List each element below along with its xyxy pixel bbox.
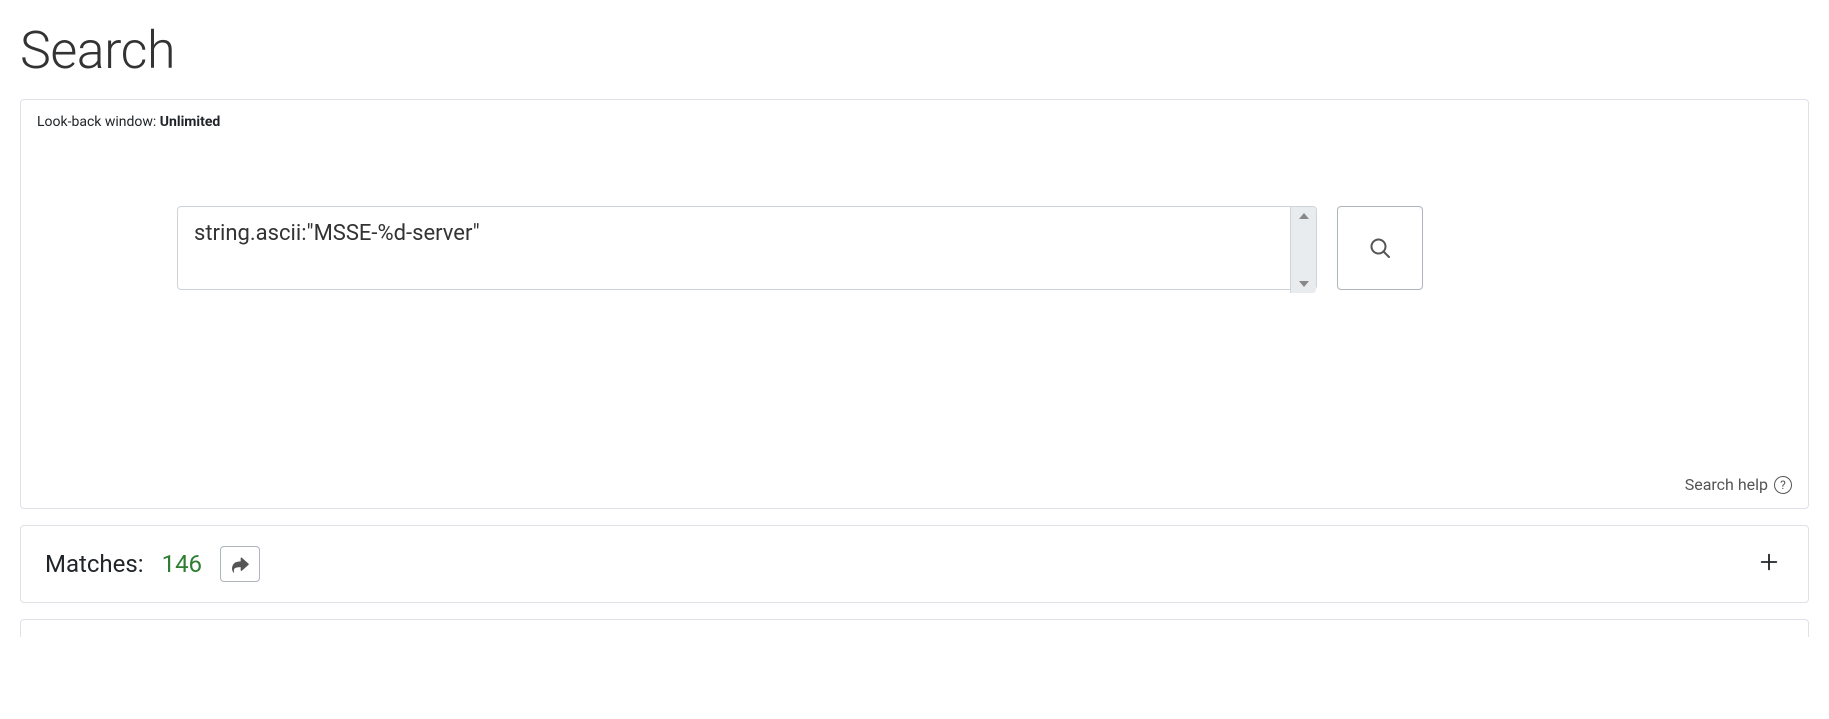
help-icon: ?	[1774, 476, 1792, 494]
search-help-link[interactable]: Search help ?	[1685, 475, 1792, 494]
share-button[interactable]	[220, 546, 260, 582]
search-card: Look-back window: Unlimited Search help …	[20, 99, 1809, 509]
matches-label: Matches:	[45, 550, 144, 578]
matches-left: Matches: 146	[45, 546, 260, 582]
spinner-up-icon[interactable]	[1299, 213, 1309, 219]
search-help-label: Search help	[1685, 475, 1768, 494]
search-input-wrap	[177, 206, 1317, 294]
share-icon	[232, 556, 249, 573]
next-card-top	[20, 619, 1809, 637]
plus-icon	[1758, 551, 1780, 573]
lookback-value: Unlimited	[160, 114, 221, 130]
spinner-controls	[1290, 207, 1316, 293]
search-row	[37, 206, 1792, 294]
lookback-label: Look-back window:	[37, 114, 160, 130]
search-icon	[1368, 236, 1392, 260]
search-button[interactable]	[1337, 206, 1423, 290]
matches-count: 146	[162, 550, 202, 578]
lookback-row: Look-back window: Unlimited	[37, 114, 1792, 130]
search-input[interactable]	[177, 206, 1317, 290]
expand-button[interactable]	[1754, 550, 1784, 578]
spinner-down-icon[interactable]	[1299, 281, 1309, 287]
matches-card: Matches: 146	[20, 525, 1809, 603]
page-title: Search	[20, 20, 1809, 81]
